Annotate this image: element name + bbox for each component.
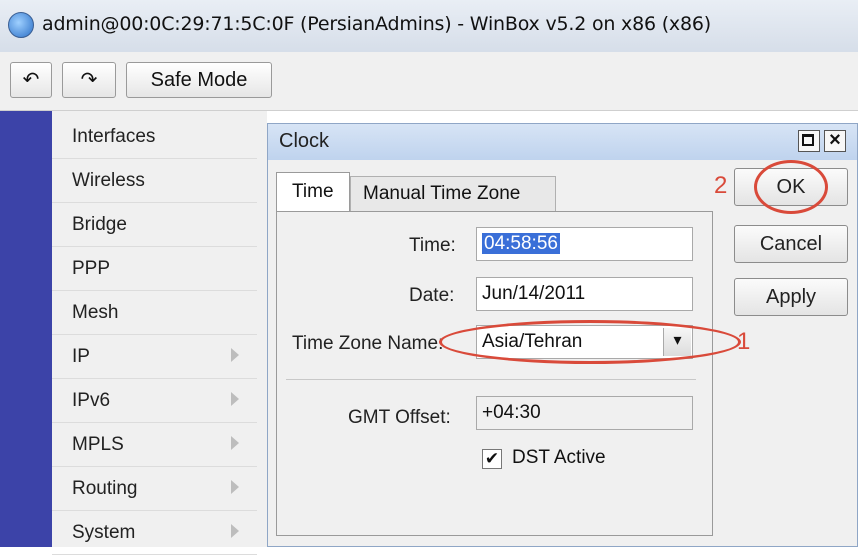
sidebar-item-label: Mesh [72, 302, 119, 323]
sidebar-item-ppp[interactable]: PPP [52, 247, 257, 291]
sidebar-item-ipv6[interactable]: IPv6 [52, 379, 257, 423]
annotation-step-2: 2 [714, 172, 728, 199]
annotation-step-1: 1 [737, 328, 751, 355]
close-icon: × [829, 129, 841, 151]
dialog-title: Clock [279, 130, 330, 152]
window-title-bar: admin@00:0C:29:71:5C:0F (PersianAdmins) … [0, 0, 858, 53]
sidebar-item-label: Interfaces [72, 126, 156, 147]
gmt-offset-label: GMT Offset: [348, 407, 451, 428]
sidebar-item-system[interactable]: System [52, 511, 257, 555]
submenu-arrow-icon [231, 392, 239, 406]
ok-button[interactable]: OK [734, 168, 848, 206]
sidebar-item-label: IP [72, 346, 90, 367]
submenu-arrow-icon [231, 348, 239, 362]
tab-label: Time [292, 181, 334, 202]
winbox-app-icon [8, 12, 34, 38]
sidebar-item-label: MPLS [72, 434, 124, 455]
sidebar-item-interfaces[interactable]: Interfaces [52, 115, 257, 159]
tab-label: Manual Time Zone [363, 183, 521, 204]
undo-button[interactable]: ↶ [10, 62, 52, 98]
check-icon: ✔ [484, 449, 500, 468]
safe-mode-button[interactable]: Safe Mode [126, 62, 272, 98]
sidebar-menu: Interfaces Wireless Bridge PPP Mesh IP I… [52, 111, 267, 555]
gmt-offset-value: +04:30 [482, 402, 541, 423]
sidebar-item-mesh[interactable]: Mesh [52, 291, 257, 335]
dropdown-arrow-button[interactable]: ▾ [663, 328, 691, 356]
dialog-title-bar[interactable]: Clock × [268, 124, 857, 160]
tab-manual-time-zone[interactable]: Manual Time Zone [350, 176, 556, 212]
sidebar-item-label: Wireless [72, 170, 145, 191]
undo-icon: ↶ [22, 69, 40, 91]
chevron-down-icon: ▾ [673, 332, 682, 349]
time-label: Time: [409, 235, 456, 256]
submenu-arrow-icon [231, 480, 239, 494]
cancel-button[interactable]: Cancel [734, 225, 848, 263]
sidebar-item-label: System [72, 522, 136, 543]
sidebar-item-wireless[interactable]: Wireless [52, 159, 257, 203]
sidebar-item-label: Routing [72, 478, 138, 499]
tab-time[interactable]: Time [276, 172, 350, 212]
time-zone-select[interactable]: Asia/Tehran ▾ [476, 325, 693, 359]
sidebar-item-bridge[interactable]: Bridge [52, 203, 257, 247]
sidebar-strip [0, 111, 52, 547]
dst-active-label: DST Active [512, 447, 606, 468]
time-zone-name-label: Time Zone Name: [292, 333, 444, 354]
redo-button[interactable]: ↷ [62, 62, 116, 98]
sidebar-item-mpls[interactable]: MPLS [52, 423, 257, 467]
gmt-offset-field: +04:30 [476, 396, 693, 430]
clock-dialog: Clock × Time Manual Time Zone Time: 04:5… [267, 123, 858, 547]
sidebar-item-label: PPP [72, 258, 111, 279]
close-button[interactable]: × [824, 130, 846, 152]
apply-button[interactable]: Apply [734, 278, 848, 316]
date-input[interactable]: Jun/14/2011 [476, 277, 693, 311]
toolbar: ↶ ↷ Safe Mode [0, 52, 858, 111]
submenu-arrow-icon [231, 524, 239, 538]
redo-icon: ↷ [80, 69, 98, 91]
time-zone-value: Asia/Tehran [482, 331, 583, 352]
sidebar-item-routing[interactable]: Routing [52, 467, 257, 511]
submenu-arrow-icon [231, 436, 239, 450]
maximize-button[interactable] [798, 130, 820, 152]
sidebar-item-ip[interactable]: IP [52, 335, 257, 379]
date-value: Jun/14/2011 [482, 283, 586, 304]
time-input[interactable]: 04:58:56 [476, 227, 693, 261]
date-label: Date: [409, 285, 455, 306]
sidebar-item-label: Bridge [72, 214, 127, 235]
divider [286, 379, 696, 380]
dst-active-checkbox[interactable]: ✔ [482, 449, 502, 469]
time-value: 04:58:56 [482, 233, 560, 254]
sidebar-item-label: IPv6 [72, 390, 111, 411]
window-title: admin@00:0C:29:71:5C:0F (PersianAdmins) … [42, 13, 711, 35]
